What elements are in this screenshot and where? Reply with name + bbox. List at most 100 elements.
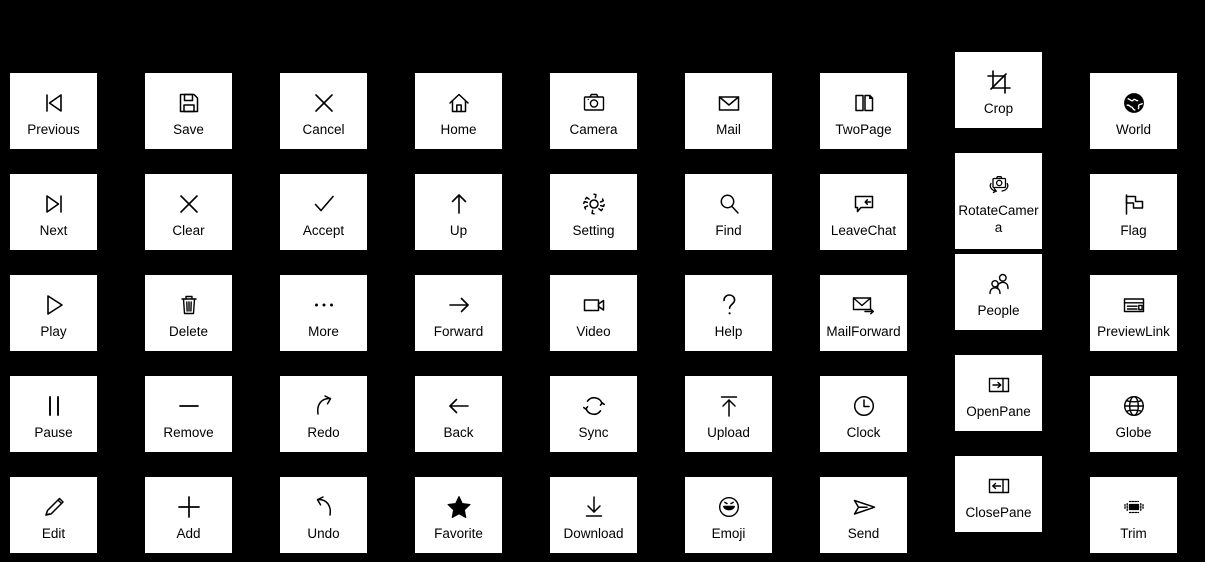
- icon-tile-remove[interactable]: Remove: [145, 376, 232, 452]
- icon-label: Back: [443, 424, 474, 440]
- trim-icon: [1117, 490, 1151, 524]
- icon-tile-previous[interactable]: Previous: [10, 73, 97, 149]
- icon-cell: Camera: [550, 48, 685, 149]
- icon-tile-people[interactable]: People: [955, 254, 1042, 330]
- icon-label: World: [1115, 121, 1151, 137]
- remove-dash-icon: [172, 389, 206, 423]
- icon-tile-save[interactable]: Save: [145, 73, 232, 149]
- icon-label: Add: [176, 525, 201, 541]
- icon-cell: Favorite: [415, 452, 550, 553]
- icon-cell: Upload: [685, 351, 820, 452]
- icon-tile-leavechat[interactable]: LeaveChat: [820, 174, 907, 250]
- pause-icon: [37, 389, 71, 423]
- icon-tile-download[interactable]: Download: [550, 477, 637, 553]
- icon-tile-clock[interactable]: Clock: [820, 376, 907, 452]
- icon-cell: MailForward: [820, 250, 955, 351]
- icon-tile-forward[interactable]: Forward: [415, 275, 502, 351]
- icon-tile-world[interactable]: World: [1090, 73, 1177, 149]
- icon-cell: Up: [415, 149, 550, 250]
- icon-label: Upload: [707, 424, 750, 440]
- icon-label: OpenPane: [966, 403, 1031, 419]
- icon-tile-trim[interactable]: Trim: [1090, 477, 1177, 553]
- icon-tile-crop[interactable]: Crop: [955, 52, 1042, 128]
- icon-label: RotateCamera: [958, 203, 1039, 235]
- icon-cell: Download: [550, 452, 685, 553]
- icon-tile-play[interactable]: Play: [10, 275, 97, 351]
- icon-tile-home[interactable]: Home: [415, 73, 502, 149]
- icon-label: TwoPage: [835, 121, 892, 137]
- world-icon: [1117, 86, 1151, 120]
- icon-tile-back[interactable]: Back: [415, 376, 502, 452]
- icon-tile-previewlink[interactable]: PreviewLink: [1090, 275, 1177, 351]
- icon-tile-cancel[interactable]: Cancel: [280, 73, 367, 149]
- icon-tile-globe[interactable]: Globe: [1090, 376, 1177, 452]
- icon-label: Send: [847, 525, 880, 541]
- icon-label: Cancel: [302, 121, 345, 137]
- icon-tile-clear[interactable]: Clear: [145, 174, 232, 250]
- icon-cell: ClosePane: [955, 452, 1090, 553]
- icon-label: Home: [440, 121, 477, 137]
- icon-label: PreviewLink: [1097, 323, 1170, 339]
- icon-label: People: [977, 302, 1020, 318]
- upload-icon: [712, 389, 746, 423]
- favorite-star-icon: [442, 490, 476, 524]
- mail-icon: [712, 86, 746, 120]
- icon-tile-emoji[interactable]: Emoji: [685, 477, 772, 553]
- icon-tile-more[interactable]: More: [280, 275, 367, 351]
- icon-tile-undo[interactable]: Undo: [280, 477, 367, 553]
- icon-tile-video[interactable]: Video: [550, 275, 637, 351]
- icon-label: ClosePane: [965, 504, 1032, 520]
- icon-label: Setting: [572, 222, 615, 238]
- icon-cell: Forward: [415, 250, 550, 351]
- icon-tile-add[interactable]: Add: [145, 477, 232, 553]
- icon-cell: LeaveChat: [820, 149, 955, 250]
- icon-label: Clock: [846, 424, 881, 440]
- icon-tile-delete[interactable]: Delete: [145, 275, 232, 351]
- accept-icon: [307, 187, 341, 221]
- icon-cell: Find: [685, 149, 820, 250]
- icon-label: More: [308, 323, 339, 339]
- icon-gallery-grid: Previous Save Cancel Home Camera Mail TwoPage C…: [0, 0, 1205, 562]
- icon-cell: Help: [685, 250, 820, 351]
- icon-label: Flag: [1120, 222, 1147, 238]
- icon-tile-pause[interactable]: Pause: [10, 376, 97, 452]
- icon-tile-upload[interactable]: Upload: [685, 376, 772, 452]
- icon-label: Undo: [307, 525, 340, 541]
- icon-cell: PreviewLink: [1090, 250, 1205, 351]
- icon-cell: Back: [415, 351, 550, 452]
- icon-tile-help[interactable]: Help: [685, 275, 772, 351]
- icon-cell: Sync: [550, 351, 685, 452]
- icon-tile-redo[interactable]: Redo: [280, 376, 367, 452]
- download-icon: [577, 490, 611, 524]
- icon-tile-flag[interactable]: Flag: [1090, 174, 1177, 250]
- mail-forward-icon: [847, 288, 881, 322]
- close-pane-icon: [982, 469, 1016, 503]
- icon-tile-up[interactable]: Up: [415, 174, 502, 250]
- icon-tile-accept[interactable]: Accept: [280, 174, 367, 250]
- icon-cell: People: [955, 250, 1090, 351]
- icon-tile-find[interactable]: Find: [685, 174, 772, 250]
- icon-tile-next[interactable]: Next: [10, 174, 97, 250]
- icon-tile-twopage[interactable]: TwoPage: [820, 73, 907, 149]
- icon-label: Forward: [433, 323, 484, 339]
- icon-cell: Video: [550, 250, 685, 351]
- icon-label: Crop: [983, 100, 1014, 116]
- icon-tile-mailforward[interactable]: MailForward: [820, 275, 907, 351]
- icon-tile-sync[interactable]: Sync: [550, 376, 637, 452]
- preview-link-icon: [1117, 288, 1151, 322]
- icon-label: Favorite: [434, 525, 483, 541]
- icon-tile-favorite[interactable]: Favorite: [415, 477, 502, 553]
- icon-tile-setting[interactable]: Setting: [550, 174, 637, 250]
- icon-tile-openpane[interactable]: OpenPane: [955, 355, 1042, 431]
- icon-tile-camera[interactable]: Camera: [550, 73, 637, 149]
- back-arrow-icon: [442, 389, 476, 423]
- icon-tile-send[interactable]: Send: [820, 477, 907, 553]
- icon-tile-edit[interactable]: Edit: [10, 477, 97, 553]
- icon-tile-mail[interactable]: Mail: [685, 73, 772, 149]
- crop-icon: [982, 65, 1016, 99]
- icon-cell: Trim: [1090, 452, 1205, 553]
- icon-tile-closepane[interactable]: ClosePane: [955, 456, 1042, 532]
- up-arrow-icon: [442, 187, 476, 221]
- icon-cell: Clear: [145, 149, 280, 250]
- icon-tile-rotatecamera[interactable]: RotateCamera: [955, 153, 1042, 249]
